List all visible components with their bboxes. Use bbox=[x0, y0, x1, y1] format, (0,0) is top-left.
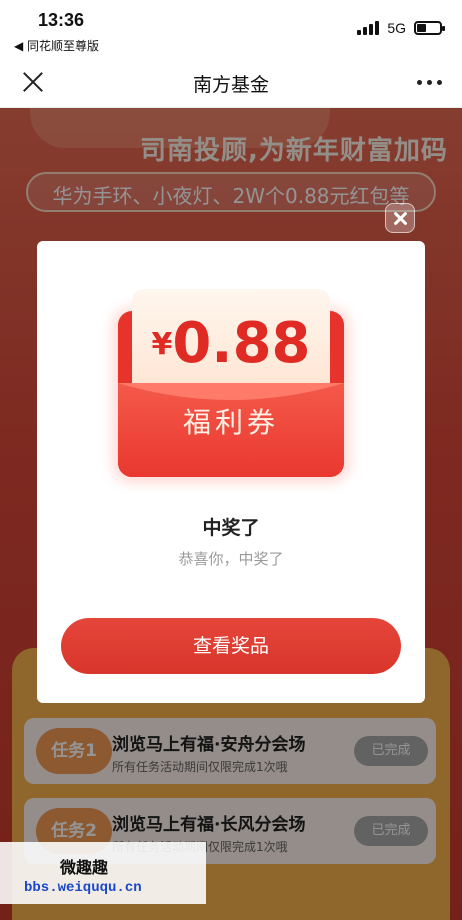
watermark: 微趣趣 bbs.weiququ.cn bbox=[0, 842, 206, 904]
signal-icon bbox=[357, 21, 380, 35]
page-title: 南方基金 bbox=[192, 74, 269, 96]
modal-description: 恭喜你，中奖了 bbox=[178, 550, 284, 568]
red-envelope-illustration: ¥0.88 福利券 bbox=[112, 287, 350, 483]
watermark-url: bbs.weiququ.cn bbox=[24, 880, 142, 896]
amount-value: 0.88 bbox=[172, 311, 311, 376]
currency-symbol: ¥ bbox=[151, 327, 173, 362]
more-icon[interactable] bbox=[417, 80, 442, 85]
status-bar: 13:36 ◀ 同花顺至尊版 5G bbox=[0, 0, 462, 56]
back-to-app-link[interactable]: ◀ 同花顺至尊版 bbox=[14, 37, 99, 54]
voucher-amount: ¥0.88 bbox=[132, 311, 330, 376]
network-label: 5G bbox=[387, 20, 406, 36]
status-indicators: 5G bbox=[357, 20, 445, 36]
status-time: 13:36 bbox=[38, 10, 85, 30]
prize-modal: ¥0.88 福利券 中奖了 恭喜你，中奖了 查看奖品 bbox=[37, 241, 425, 703]
view-prize-button[interactable]: 查看奖品 bbox=[61, 618, 401, 674]
nav-bar: 南方基金 bbox=[0, 56, 462, 108]
battery-icon bbox=[414, 21, 445, 35]
envelope-front: 福利券 bbox=[118, 383, 344, 477]
modal-close-icon[interactable] bbox=[385, 203, 415, 233]
envelope-label: 福利券 bbox=[182, 406, 279, 439]
modal-title: 中奖了 bbox=[202, 517, 260, 539]
watermark-title: 微趣趣 bbox=[60, 858, 109, 877]
